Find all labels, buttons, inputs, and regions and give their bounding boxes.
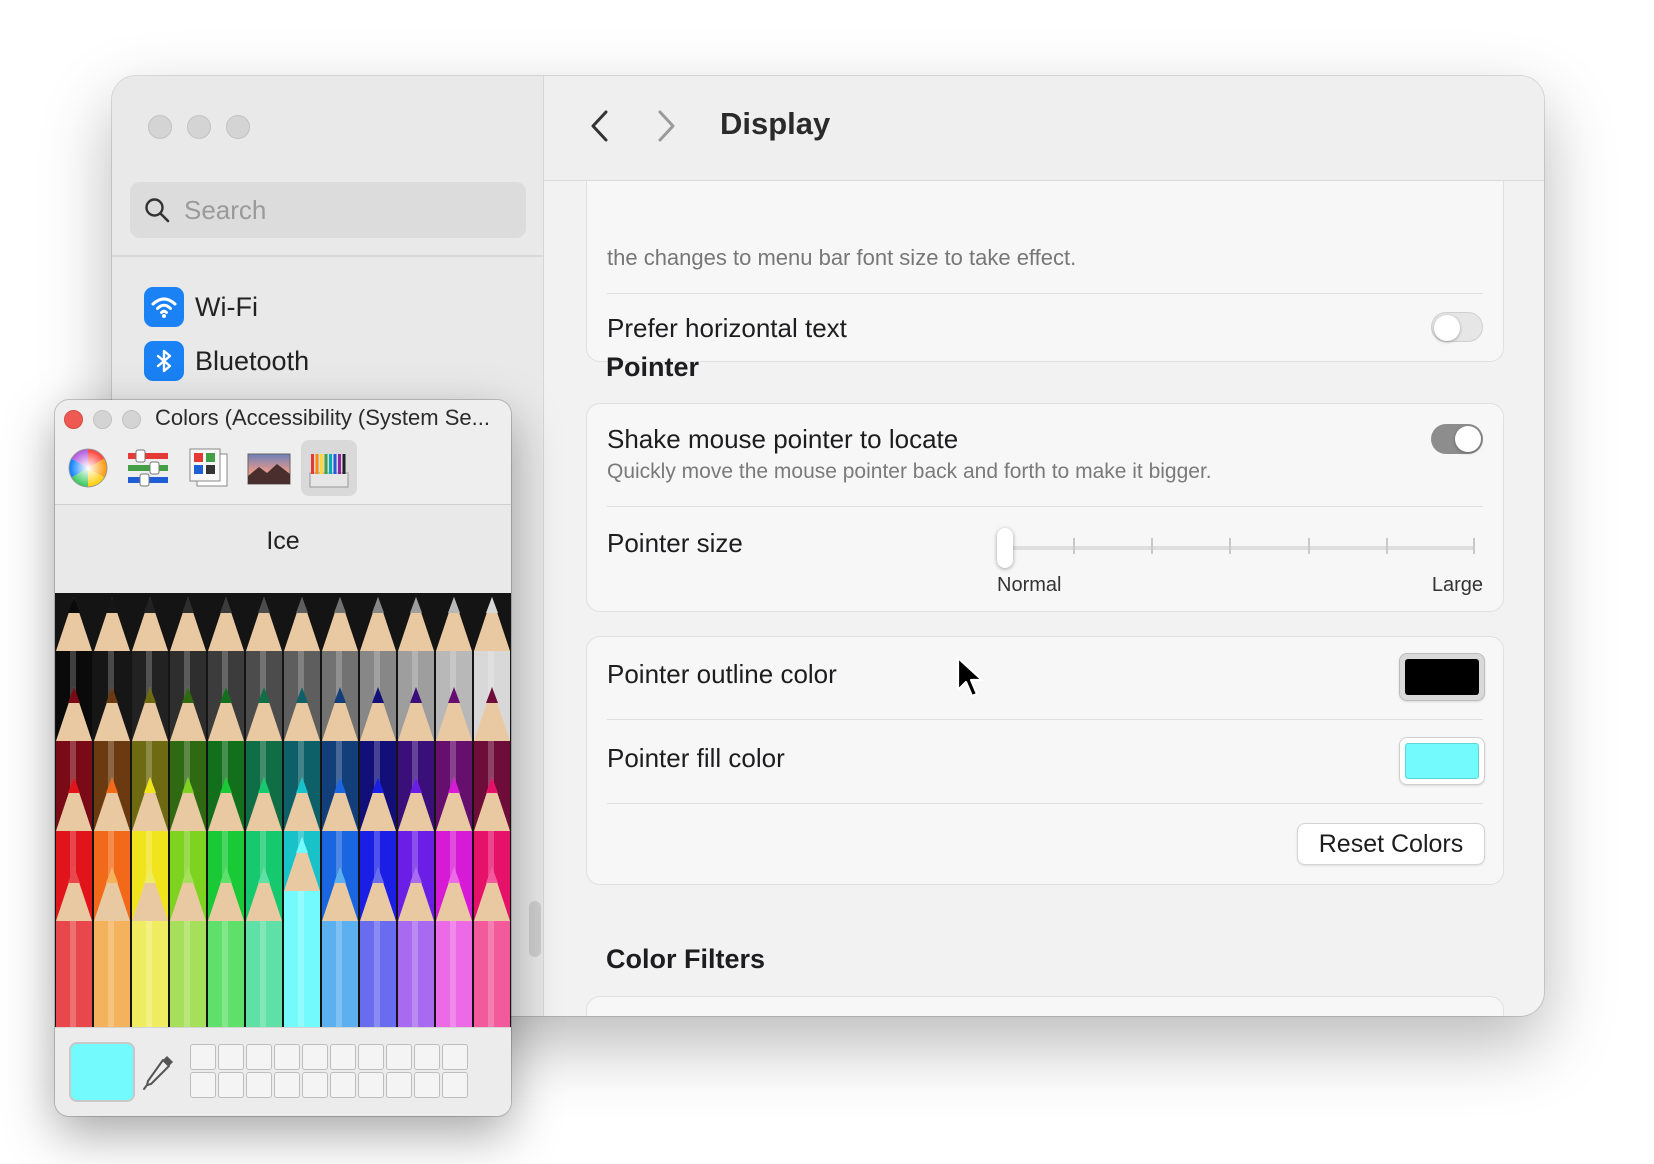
minimize-panel-button[interactable] — [93, 410, 112, 429]
search-icon — [145, 198, 170, 223]
pointer-outline-color-label: Pointer outline color — [607, 659, 837, 689]
custom-color-slot[interactable] — [442, 1044, 468, 1070]
slider-tick — [1229, 538, 1231, 554]
sidebar-item-label: Wi-Fi — [195, 291, 258, 322]
slider-max-label: Large — [1431, 574, 1483, 596]
color-wheel-tab[interactable] — [60, 440, 116, 496]
sidebar-item-bluetooth[interactable]: Bluetooth — [144, 340, 309, 382]
slider-tick — [1151, 538, 1153, 554]
color-sliders-icon — [128, 449, 168, 487]
color-filters-card — [586, 996, 1504, 1016]
custom-color-slot[interactable] — [190, 1044, 216, 1070]
pointer-size-slider-track[interactable] — [997, 546, 1475, 550]
reset-colors-button[interactable]: Reset Colors — [1297, 823, 1485, 865]
mouse-cursor-icon — [956, 656, 984, 698]
pencil-grid-drawing[interactable] — [55, 593, 511, 1027]
slider-tick — [1473, 538, 1475, 554]
pencil-grid[interactable] — [55, 593, 511, 1027]
color-wheel-icon — [68, 448, 108, 488]
custom-color-slot[interactable] — [386, 1044, 412, 1070]
pencils-tab[interactable] — [301, 440, 357, 496]
divider — [607, 293, 1483, 294]
custom-swatches-grid — [190, 1044, 468, 1098]
custom-color-slot[interactable] — [218, 1044, 244, 1070]
chevron-right-icon — [658, 110, 675, 142]
toolbar: Display — [544, 76, 1544, 181]
divider — [607, 506, 1483, 507]
custom-color-slot[interactable] — [330, 1044, 356, 1070]
close-window-button[interactable] — [148, 115, 172, 139]
slider-tick — [1073, 538, 1075, 554]
custom-color-slot[interactable] — [302, 1072, 328, 1098]
custom-color-slot[interactable] — [218, 1072, 244, 1098]
custom-color-slot[interactable] — [442, 1072, 468, 1098]
custom-color-slot[interactable] — [358, 1072, 384, 1098]
outline-color-swatch — [1405, 659, 1479, 695]
colors-panel: Colors (Accessibility (System Se... Ice — [55, 400, 511, 1116]
pointer-size-label: Pointer size — [607, 528, 743, 558]
pointer-outline-color-well[interactable] — [1399, 653, 1485, 701]
zoom-panel-button[interactable] — [122, 410, 141, 429]
wifi-icon — [144, 287, 184, 327]
selected-color-name: Ice — [266, 527, 300, 555]
divider — [607, 803, 1483, 804]
slider-min-label: Normal — [997, 574, 1062, 596]
back-button[interactable] — [582, 106, 618, 146]
custom-color-slot[interactable] — [414, 1072, 440, 1098]
pencils-icon — [309, 454, 349, 488]
fill-color-swatch — [1405, 743, 1479, 779]
prefer-horizontal-text-toggle[interactable] — [1431, 312, 1483, 342]
close-panel-button[interactable] — [64, 410, 83, 429]
color-palettes-tab[interactable] — [181, 440, 237, 496]
shake-pointer-toggle[interactable] — [1431, 424, 1483, 454]
minimize-window-button[interactable] — [187, 115, 211, 139]
pointer-color-card: Pointer outline color Pointer fill color… — [586, 636, 1504, 885]
image-palettes-icon — [247, 453, 291, 485]
pencils-view: Ice — [55, 505, 511, 1027]
chevron-left-icon — [591, 110, 608, 142]
color-palettes-icon — [189, 448, 228, 487]
bluetooth-icon — [144, 341, 184, 381]
slider-tick — [1386, 538, 1388, 554]
sidebar-scrollbar[interactable] — [529, 901, 541, 957]
color-sliders-tab[interactable] — [120, 440, 176, 496]
panel-footer — [55, 1027, 511, 1116]
custom-color-slot[interactable] — [190, 1072, 216, 1098]
slider-tick — [1308, 538, 1310, 554]
truncated-description: the changes to menu bar font size to tak… — [607, 245, 1077, 270]
prefer-horizontal-text-label: Prefer horizontal text — [607, 313, 847, 343]
sidebar-item-label: Bluetooth — [195, 345, 310, 376]
zoom-window-button[interactable] — [226, 115, 250, 139]
custom-color-slot[interactable] — [246, 1072, 272, 1098]
colors-panel-title: Colors (Accessibility (System Se... — [155, 405, 490, 430]
sidebar-item-wifi[interactable]: Wi-Fi — [144, 286, 258, 328]
shake-pointer-description: Quickly move the mouse pointer back and … — [607, 460, 1212, 483]
current-color-swatch[interactable] — [69, 1042, 135, 1102]
settings-content: the changes to menu bar font size to tak… — [544, 76, 1544, 1016]
custom-color-slot[interactable] — [358, 1044, 384, 1070]
custom-color-slot[interactable] — [246, 1044, 272, 1070]
eyedropper-icon[interactable] — [141, 1052, 177, 1092]
sidebar-divider — [112, 255, 543, 257]
divider — [607, 719, 1483, 720]
custom-color-slot[interactable] — [386, 1072, 412, 1098]
custom-color-slot[interactable] — [330, 1072, 356, 1098]
color-filters-section-title: Color Filters — [606, 944, 766, 974]
image-palettes-tab[interactable] — [241, 440, 297, 496]
custom-color-slot[interactable] — [274, 1044, 300, 1070]
pointer-card: Shake mouse pointer to locate Quickly mo… — [586, 403, 1504, 612]
custom-color-slot[interactable] — [414, 1044, 440, 1070]
custom-color-slot[interactable] — [274, 1072, 300, 1098]
forward-button[interactable] — [648, 106, 684, 146]
page-title: Display — [720, 106, 831, 141]
search-input[interactable] — [184, 194, 504, 226]
custom-color-slot[interactable] — [302, 1044, 328, 1070]
pointer-fill-color-well[interactable] — [1399, 737, 1485, 785]
pointer-size-slider-thumb[interactable] — [997, 528, 1013, 568]
shake-pointer-label: Shake mouse pointer to locate — [607, 424, 959, 454]
search-field[interactable] — [130, 182, 526, 238]
pointer-fill-color-label: Pointer fill color — [607, 743, 785, 773]
pointer-section-title: Pointer — [606, 352, 700, 382]
